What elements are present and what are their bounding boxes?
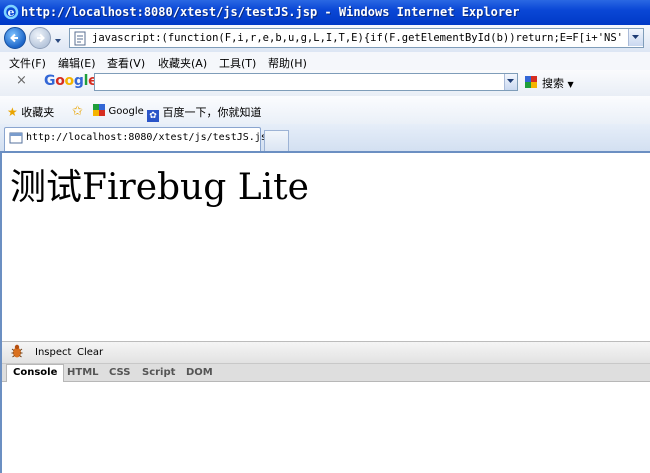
google-logo: Google [44, 73, 98, 89]
clear-button[interactable]: Clear [77, 347, 103, 358]
page-heading: 测试Firebug Lite [10, 167, 309, 208]
favorite-label: Google [108, 106, 144, 117]
favorite-label: 百度一下，你就知道 [162, 106, 262, 119]
svg-text:e: e [8, 6, 15, 19]
favorites-label: 收藏夹 [21, 106, 55, 119]
console-panel[interactable] [2, 382, 650, 473]
tab-dom[interactable]: DOM [186, 367, 213, 378]
favorite-link-google[interactable]: Google [93, 104, 144, 117]
google-search-input[interactable] [94, 73, 518, 91]
favorites-button[interactable]: ★ 收藏夹 [7, 104, 54, 120]
google-favicon-icon [93, 104, 105, 116]
firebug-tab-bar [2, 363, 650, 382]
address-text[interactable]: javascript:(function(F,i,r,e,b,u,g,L,I,T… [92, 32, 622, 44]
window-title: http://localhost:8080/xtest/js/testJS.js… [21, 5, 520, 19]
google-search-icon[interactable] [524, 75, 538, 89]
chevron-down-icon [507, 79, 514, 83]
back-button[interactable] [4, 27, 26, 49]
baidu-paw-icon: ✿ [147, 110, 159, 122]
content-divider [0, 151, 650, 153]
chevron-down-icon: ▼ [567, 80, 574, 89]
tab-html[interactable]: HTML [67, 367, 99, 378]
google-search-dropdown[interactable] [504, 74, 517, 90]
ie-logo-icon: e [3, 4, 19, 20]
address-dropdown-button[interactable] [628, 29, 643, 46]
menu-edit[interactable]: 编辑(E) [58, 55, 96, 71]
history-dropdown-icon[interactable] [54, 35, 62, 43]
menu-favorites[interactable]: 收藏夹(A) [158, 55, 207, 71]
close-toolbar-button[interactable]: × [16, 73, 27, 88]
add-favorite-button[interactable]: ✩ [72, 104, 83, 119]
chevron-down-icon [632, 35, 639, 39]
tab-console[interactable]: Console [6, 364, 65, 382]
google-search-label: 搜索 [542, 77, 564, 90]
menu-view[interactable]: 查看(V) [107, 55, 145, 71]
google-logo-letter: o [64, 73, 75, 89]
firebug-bug-icon[interactable] [9, 343, 25, 359]
menu-tools[interactable]: 工具(T) [219, 55, 256, 71]
forward-arrow-icon [37, 33, 45, 43]
google-search-button[interactable]: 搜索 ▼ [542, 75, 574, 91]
page-icon [73, 31, 88, 46]
star-icon: ★ [7, 105, 18, 119]
google-logo-letter: g [73, 73, 84, 89]
tab-script[interactable]: Script [142, 367, 175, 378]
add-favorite-star-icon: ✩ [72, 104, 83, 119]
forward-button[interactable] [29, 27, 51, 49]
inspect-button[interactable]: Inspect [35, 347, 71, 358]
new-tab-button[interactable] [264, 130, 289, 151]
google-logo-letter: G [44, 73, 56, 89]
menu-bar [0, 52, 650, 71]
google-logo-letter: o [55, 73, 65, 89]
tab-label[interactable]: http://localhost:8080/xtest/js/testJS.js… [26, 132, 273, 143]
back-arrow-icon [10, 33, 18, 43]
menu-help[interactable]: 帮助(H) [268, 55, 307, 71]
page-icon [9, 131, 23, 145]
menu-file[interactable]: 文件(F) [9, 55, 46, 71]
favorite-link-baidu[interactable]: ✿ 百度一下，你就知道 [147, 104, 262, 122]
tab-css[interactable]: CSS [109, 367, 130, 378]
